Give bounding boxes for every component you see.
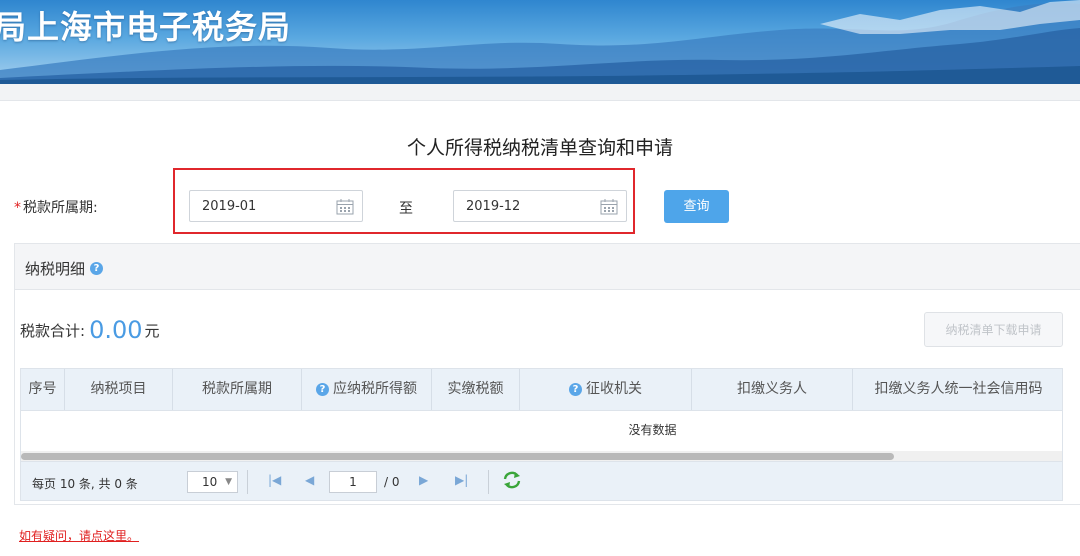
site-banner: 局上海市电子税务局 bbox=[0, 0, 1080, 84]
column-header[interactable]: ? 应纳税所得额 bbox=[302, 369, 432, 410]
period-label-text: 税款所属期: bbox=[23, 200, 98, 216]
calendar-icon[interactable] bbox=[336, 198, 354, 215]
empty-message: 没有数据 bbox=[628, 423, 677, 437]
detail-title: 纳税明细? bbox=[25, 258, 104, 279]
total-amount: 0.00 bbox=[89, 316, 143, 344]
column-header[interactable]: 实缴税额 bbox=[432, 369, 520, 410]
column-header[interactable]: 扣缴义务人 bbox=[692, 369, 853, 410]
start-period-field[interactable] bbox=[189, 190, 363, 222]
help-icon[interactable]: ? bbox=[90, 262, 104, 275]
page-total: / 0 bbox=[384, 475, 400, 489]
detail-header: 纳税明细? bbox=[15, 244, 1080, 290]
chevron-down-icon: ▼ bbox=[225, 477, 232, 487]
table-header: 序号 纳税项目 税款所属期 ? 应纳税所得额 实缴税额 ? 征收机关 扣缴义务人 扣… bbox=[21, 369, 1062, 411]
prev-page-icon[interactable]: ◀ bbox=[305, 473, 314, 487]
total-unit: 元 bbox=[144, 322, 160, 340]
divider bbox=[488, 470, 489, 494]
to-label: 至 bbox=[399, 201, 413, 217]
tax-table: 序号 纳税项目 税款所属期 ? 应纳税所得额 实缴税额 ? 征收机关 扣缴义务人 扣… bbox=[20, 368, 1063, 501]
tax-total: 税款合计: 0.00 元 bbox=[20, 314, 160, 344]
detail-title-text: 纳税明细 bbox=[25, 260, 86, 278]
divider bbox=[247, 470, 248, 494]
horizontal-scrollbar[interactable] bbox=[21, 451, 1062, 461]
calendar-icon[interactable] bbox=[600, 198, 618, 215]
total-label: 税款合计: bbox=[20, 322, 86, 340]
end-period-field[interactable] bbox=[453, 190, 627, 222]
end-period-input[interactable] bbox=[454, 191, 606, 221]
page-number-input[interactable]: 1 bbox=[329, 471, 377, 493]
download-request-button[interactable]: 纳税清单下载申请 bbox=[924, 312, 1063, 347]
refresh-icon[interactable] bbox=[502, 471, 522, 489]
column-header[interactable]: 纳税项目 bbox=[65, 369, 173, 410]
help-icon[interactable]: ? bbox=[316, 382, 329, 396]
period-label: * 税款所属期: bbox=[14, 197, 98, 217]
pagination-bar: 每页 10 条, 共 0 条 10 ▼ |◀ ◀ 1 / 0 ▶ ▶| bbox=[21, 461, 1062, 500]
required-mark: * bbox=[14, 200, 21, 216]
page-title: 个人所得税纳税清单查询和申请 bbox=[406, 137, 673, 159]
start-period-input[interactable] bbox=[190, 191, 342, 221]
next-page-icon[interactable]: ▶ bbox=[419, 473, 428, 487]
last-page-icon[interactable]: ▶| bbox=[455, 473, 468, 487]
column-header[interactable]: 税款所属期 bbox=[173, 369, 302, 410]
column-header[interactable]: ? 征收机关 bbox=[520, 369, 692, 410]
help-icon[interactable]: ? bbox=[569, 382, 582, 396]
help-link[interactable]: 如有疑问，请点这里。 bbox=[19, 527, 139, 544]
query-button[interactable]: 查询 bbox=[664, 190, 729, 223]
scrollbar-thumb[interactable] bbox=[21, 453, 894, 460]
pager-info: 每页 10 条, 共 0 条 bbox=[32, 477, 138, 491]
site-title: 局上海市电子税务局 bbox=[0, 8, 292, 46]
column-header[interactable]: 序号 bbox=[21, 369, 65, 410]
column-header[interactable]: 扣缴义务人统一社会信用码 bbox=[853, 369, 1062, 410]
page-size-select[interactable]: 10 ▼ bbox=[187, 471, 238, 493]
first-page-icon[interactable]: |◀ bbox=[268, 473, 281, 487]
